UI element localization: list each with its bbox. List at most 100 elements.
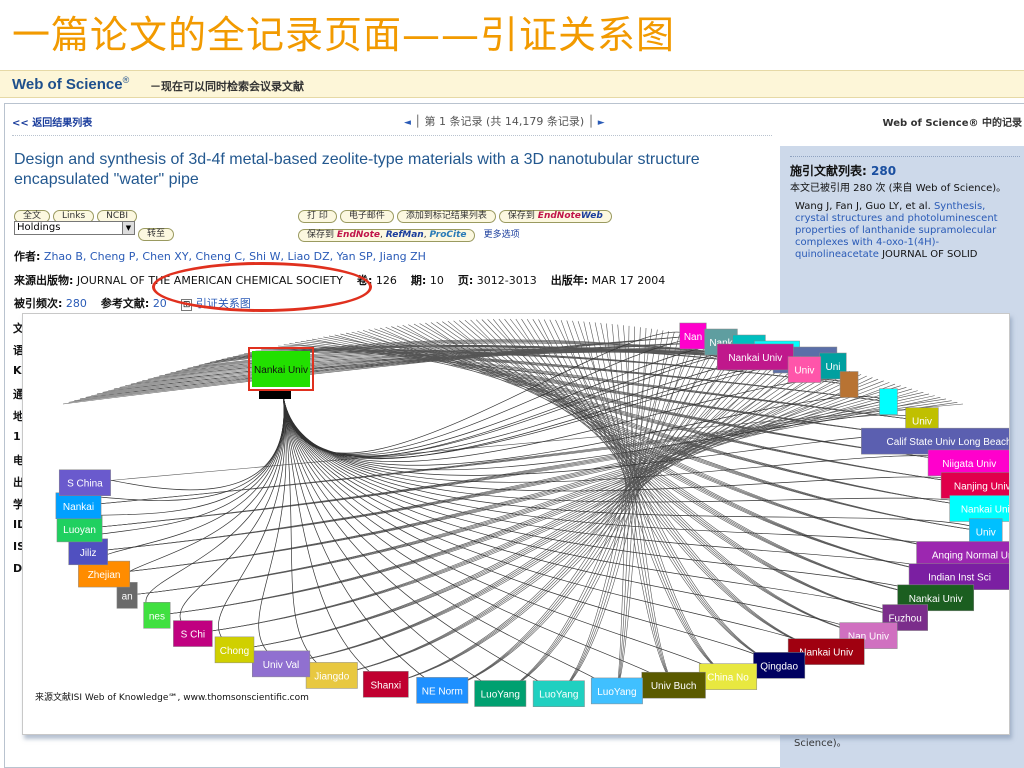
citing-institution-node[interactable]: nes bbox=[143, 602, 171, 629]
record-navigation: << 返回结果列表 ◄ │ 第 1 条记录 (共 14,179 条记录) │ ►… bbox=[12, 114, 1022, 129]
node-label: Univ Buch bbox=[651, 681, 697, 692]
article-title: Design and synthesis of 3d-4f metal-base… bbox=[14, 151, 700, 188]
chart-credit: 来源文献ISI Web of Knowledge℠, www.thomsonsc… bbox=[35, 693, 309, 703]
node-label: Indian Inst Sci bbox=[928, 573, 991, 584]
fulltext-buttons: 全文 Links NCBI bbox=[14, 203, 140, 223]
authors-row: 作者: Zhao B, Cheng P, Chen XY, Cheng C, S… bbox=[14, 250, 426, 263]
highlight-ellipse bbox=[152, 262, 372, 312]
wos-tagline: －现在可以同时检索会议录文献 bbox=[150, 80, 304, 93]
citing-institution-node[interactable]: S Chi bbox=[173, 620, 213, 647]
node-label: Jiliz bbox=[80, 548, 97, 559]
citing-institution-node[interactable] bbox=[839, 371, 859, 398]
divider bbox=[12, 135, 772, 136]
node-label: Univ bbox=[976, 528, 996, 539]
citing-institution-node[interactable]: NE Norm bbox=[416, 677, 469, 704]
goto-button-wrap: 转至 bbox=[138, 221, 177, 241]
citation-edge bbox=[331, 348, 760, 676]
citing-institution-node[interactable]: Jiliz bbox=[68, 538, 108, 566]
citing-institution-node[interactable]: China No bbox=[698, 663, 758, 690]
citing-institution-node[interactable]: Nankai Univ bbox=[949, 495, 1024, 522]
citing-articles-heading: 施引文献列表: 280 bbox=[790, 164, 897, 178]
citing-institution-node[interactable]: Jiangdo bbox=[305, 662, 358, 689]
citation-edge bbox=[234, 357, 800, 651]
node-label: Nankai Univ bbox=[909, 594, 963, 605]
save-to-endnote-button[interactable]: 保存到 EndNote, RefMan, ProCite bbox=[298, 229, 476, 242]
citing-institution-node[interactable]: Nan bbox=[679, 322, 707, 350]
node-label: Nan bbox=[684, 332, 702, 343]
holdings-select[interactable]: Holdings ▼ bbox=[14, 221, 135, 235]
center-node-label: Nankai Univ bbox=[254, 365, 308, 376]
node-label: Luoyan bbox=[63, 525, 96, 536]
record-counter: ◄ │ 第 1 条记录 (共 14,179 条记录) │ ► bbox=[404, 115, 605, 128]
node-label: S Chi bbox=[181, 630, 205, 641]
next-record-icon[interactable]: ► bbox=[598, 118, 605, 128]
node-label: Qingdao bbox=[760, 661, 798, 672]
citation-edge bbox=[282, 393, 906, 618]
node-label: Nankai bbox=[63, 502, 94, 513]
back-to-results-link[interactable]: << 返回结果列表 bbox=[12, 114, 92, 129]
node-label: Jiangdo bbox=[314, 671, 349, 682]
node-label: Nankai Univ bbox=[799, 648, 853, 659]
save-row: 保存到 EndNote, RefMan, ProCite 更多选项 bbox=[298, 222, 520, 242]
citation-map-graph: NanNankNankChinesAnqing NoUniNankai Univ… bbox=[55, 318, 1024, 707]
times-cited-link[interactable]: 280 bbox=[66, 297, 87, 310]
citing-institution-node[interactable]: Luoyan bbox=[56, 515, 103, 543]
node-label: Anqing Normal Univ bbox=[932, 550, 1009, 561]
citing-count-link[interactable]: 280 bbox=[871, 164, 896, 178]
node-label: Calif State Univ Long Beach bbox=[887, 437, 1009, 448]
node-label: Niigata Univ bbox=[942, 459, 996, 470]
node-label: Univ bbox=[912, 417, 932, 428]
node-label: LuoYang bbox=[539, 690, 578, 701]
citing-institution-node[interactable]: Nanjing Univ bbox=[940, 472, 1024, 499]
more-options-link[interactable]: 更多选项 bbox=[484, 230, 520, 240]
sidebar-fragment: Science)。 bbox=[794, 738, 847, 749]
wos-logo[interactable]: Web of Science® bbox=[12, 75, 129, 93]
citation-edge bbox=[127, 375, 867, 596]
citing-institution-node[interactable]: Chong bbox=[214, 636, 255, 664]
citing-entry: Wang J, Fan J, Guo LY, et al. Synthesis,… bbox=[795, 201, 998, 260]
node-label: NE Norm bbox=[422, 686, 463, 697]
citation-edge bbox=[127, 372, 856, 596]
citing-institution-node[interactable]: Univ Buch bbox=[641, 671, 706, 699]
node-label: Nankai Univ bbox=[961, 505, 1009, 516]
citing-institution-node[interactable]: LuoYang bbox=[532, 680, 585, 707]
chevron-down-icon: ▼ bbox=[122, 222, 134, 234]
citation-edge bbox=[70, 393, 285, 530]
citation-map-panel: NanNankNankChinesAnqing NoUniNankai Univ… bbox=[22, 313, 1024, 735]
node-label: China No bbox=[707, 673, 749, 684]
node-box bbox=[879, 388, 898, 415]
citing-institution-node[interactable]: Nankai bbox=[55, 492, 102, 520]
citation-edge bbox=[145, 393, 285, 616]
citing-institution-node[interactable]: LuoYang bbox=[474, 680, 527, 707]
authors-links[interactable]: Zhao B, Cheng P, Chen XY, Cheng C, Shi W… bbox=[44, 250, 426, 263]
node-label: Nankai Univ bbox=[728, 353, 782, 364]
prev-record-icon[interactable]: ◄ bbox=[404, 118, 411, 128]
citation-edge bbox=[117, 393, 285, 596]
node-label: Nanjing Univ bbox=[954, 481, 1009, 492]
citing-institution-node[interactable]: Univ Val bbox=[251, 650, 311, 678]
citing-description: 本文已被引用 280 次 (来自 Web of Science)。 bbox=[790, 183, 1007, 194]
node-label: Univ Val bbox=[263, 660, 300, 671]
citing-institution-node[interactable]: Niigata Univ bbox=[927, 449, 1011, 477]
goto-button[interactable]: 转至 bbox=[138, 228, 175, 241]
center-article-node[interactable]: Nankai Univ bbox=[248, 347, 314, 399]
node-label: S China bbox=[67, 479, 103, 490]
citing-institution-node[interactable]: Shanxi bbox=[362, 671, 409, 698]
citation-edge bbox=[282, 343, 750, 456]
node-label: LuoYang bbox=[597, 687, 636, 698]
node-label: Univ bbox=[794, 366, 814, 377]
citing-institution-node[interactable]: S China bbox=[58, 469, 111, 496]
citation-edge bbox=[218, 393, 286, 651]
citing-institution-node[interactable]: Nankai Univ bbox=[716, 343, 794, 371]
citation-edge bbox=[79, 395, 935, 530]
node-label: Uni bbox=[825, 362, 840, 373]
citing-institution-node[interactable]: Qingdao bbox=[753, 652, 806, 679]
citing-institution-node[interactable] bbox=[879, 388, 898, 415]
citing-institution-node[interactable]: Univ bbox=[787, 356, 822, 383]
slide-title: 一篇论文的全记录页面——引证关系图 bbox=[12, 13, 676, 57]
citing-institution-node[interactable]: Univ bbox=[969, 518, 1003, 545]
output-buttons: 打 印电子邮件 添加到标记结果列表 保存到 EndNoteWeb bbox=[298, 203, 615, 223]
citing-institution-node[interactable]: LuoYang bbox=[590, 677, 643, 705]
citation-edge bbox=[282, 393, 559, 695]
citation-edge bbox=[127, 374, 862, 596]
